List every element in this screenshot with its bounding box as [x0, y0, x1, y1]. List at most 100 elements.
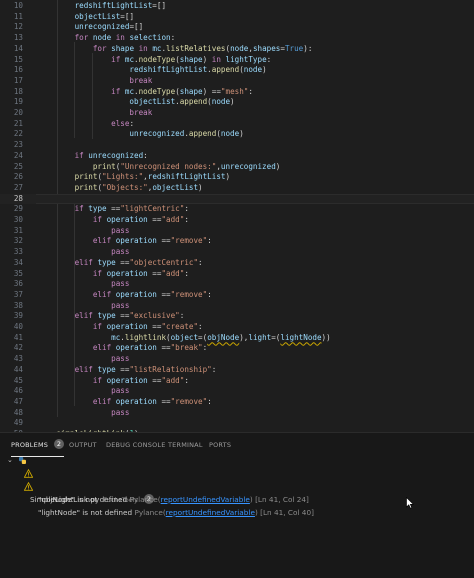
code-line[interactable]: 43 pass	[0, 354, 474, 365]
code-line[interactable]: 14 for shape in mc.listRelatives(node,sh…	[0, 44, 474, 55]
code-token: elif	[38, 289, 116, 299]
code-token: :	[207, 396, 212, 406]
code-line[interactable]: 19 objectList.append(node)	[0, 97, 474, 108]
code-line[interactable]: 18 if mc.nodeType(shape) =="mesh":	[0, 87, 474, 98]
mouse-pointer-icon	[406, 497, 414, 509]
code-token: if	[38, 268, 107, 278]
code-line[interactable]: 29 if type =="lightCentric":	[0, 204, 474, 215]
code-token: operation	[115, 343, 162, 353]
problem-source: Pylance	[129, 495, 158, 504]
code-line[interactable]: 28	[0, 193, 474, 205]
code-token: type	[97, 364, 121, 374]
problem-location: [Ln 41, Col 40]	[260, 508, 314, 517]
code-line[interactable]: 10 redshiftLightList=[]	[0, 1, 474, 12]
code-text: objectList.append(node)	[38, 97, 235, 108]
problem-rule-link[interactable]: reportUndefinedVariable	[161, 495, 250, 504]
code-token: )	[230, 97, 235, 107]
code-line[interactable]: 36 pass	[0, 279, 474, 290]
problem-item[interactable]: "objNode" is not defined Pylance(reportU…	[0, 467, 474, 504]
code-token: redshiftLightList	[147, 172, 226, 182]
chevron-down-icon[interactable]: ⌄	[7, 454, 13, 467]
code-token: :	[198, 257, 203, 267]
code-line[interactable]: 46 pass	[0, 386, 474, 397]
code-line[interactable]: 21 else:	[0, 119, 474, 130]
code-line[interactable]: 22 unrecognized.append(node)	[0, 129, 474, 140]
code-token: operation	[106, 322, 153, 331]
code-line[interactable]: 30 if operation =="add":	[0, 215, 474, 226]
code-line[interactable]: 34 elif type =="objectCentric":	[0, 258, 474, 269]
code-token: in	[211, 54, 226, 64]
code-token: redshiftLightList	[38, 1, 153, 10]
code-text: mc.lightlink(object=(objNode),light=(lig…	[38, 333, 331, 344]
code-line[interactable]: 38 pass	[0, 301, 474, 312]
code-token: "Lights:"	[102, 172, 144, 182]
code-line[interactable]: 26 print("Lights:",redshiftLightList)	[0, 172, 474, 183]
line-number: 33	[13, 247, 23, 257]
code-line[interactable]: 44 elif type =="listRelationship":	[0, 365, 474, 376]
code-line[interactable]: 27 print("Objects:",objectList)	[0, 183, 474, 194]
code-token: object	[170, 332, 199, 342]
code-line[interactable]: 39 elif type =="exclusive":	[0, 311, 474, 322]
code-line[interactable]: 40 if operation =="create":	[0, 322, 474, 333]
code-line[interactable]: 13 for node in selection:	[0, 33, 474, 44]
line-number: 14	[13, 43, 23, 53]
line-number: 46	[13, 386, 23, 396]
code-line[interactable]: 17 break	[0, 76, 474, 87]
problem-rule-link[interactable]: reportUndefinedVariable	[166, 508, 255, 517]
line-number: 23	[13, 140, 23, 150]
code-line[interactable]: 37 elif operation =="remove":	[0, 290, 474, 301]
code-token: mc	[124, 54, 135, 64]
code-line[interactable]: 35 if operation =="add":	[0, 269, 474, 280]
code-token: "add"	[161, 215, 185, 224]
code-token: print	[38, 182, 98, 192]
code-text: if operation =="add":	[38, 269, 189, 280]
code-line[interactable]: 41 mc.lightlink(object=(objNode),light=(…	[0, 333, 474, 344]
code-text: objectList=[]	[38, 12, 134, 23]
code-token: node	[243, 65, 263, 75]
code-editor[interactable]: 10 redshiftLightList=[] 11 objectList=[] 1…	[0, 0, 474, 432]
code-line[interactable]: 12 unrecognized=[]	[0, 22, 474, 33]
code-line[interactable]: 23	[0, 140, 474, 151]
problem-item[interactable]: "lightNode" is not defined Pylance(repor…	[0, 480, 474, 517]
code-token: :	[184, 215, 189, 224]
code-line[interactable]: 20 break	[0, 108, 474, 119]
code-token: :	[202, 343, 208, 353]
code-token: "mesh"	[220, 86, 249, 96]
python-file-icon	[19, 457, 26, 464]
code-token: =[]	[152, 1, 167, 10]
line-number: 44	[13, 364, 23, 374]
code-token: if	[38, 322, 107, 331]
line-number: 47	[13, 396, 23, 406]
code-line[interactable]: 42 elif operation =="break":	[0, 343, 474, 354]
code-token: light	[248, 332, 272, 342]
line-number: 31	[13, 225, 23, 235]
line-number: 21	[13, 118, 23, 128]
code-line[interactable]: 15 if mc.nodeType(shape) in lightType:	[0, 55, 474, 66]
code-line[interactable]: 47 elif operation =="remove":	[0, 397, 474, 408]
code-line[interactable]: 31 pass	[0, 226, 474, 237]
code-token: if	[38, 215, 107, 224]
line-number: 37	[13, 289, 23, 299]
problem-source: Pylance	[134, 508, 163, 517]
warning-icon	[24, 482, 33, 491]
code-token: pass	[38, 386, 130, 396]
code-token: =(	[198, 332, 208, 342]
problem-text: "lightNode" is not defined Pylance(repor…	[38, 508, 314, 517]
line-number: 39	[13, 311, 23, 321]
code-line[interactable]: 49	[0, 418, 474, 429]
code-line[interactable]: 11 objectList=[]	[0, 12, 474, 23]
problem-file-row[interactable]: ⌄ SimpleLightLink.py FuchsTools 2	[0, 454, 474, 504]
code-text: elif type =="listRelationship":	[38, 364, 217, 376]
code-line[interactable]: 32 elif operation =="remove":	[0, 236, 474, 247]
code-text: pass	[38, 279, 129, 290]
code-token: shape	[179, 86, 203, 96]
code-line[interactable]: 48 pass	[0, 408, 474, 419]
code-line[interactable]: 33 pass	[0, 247, 474, 258]
code-line[interactable]: 25 print("Unrecognized nodes:",unrecogni…	[0, 162, 474, 173]
code-line[interactable]: 24 if unrecognized:	[0, 151, 474, 162]
code-text: pass	[38, 247, 129, 258]
code-line[interactable]: 45 if operation =="add":	[0, 376, 474, 387]
code-line[interactable]: 16 redshiftLightList.append(node)	[0, 65, 474, 76]
code-token: :	[211, 364, 217, 374]
code-token: ==	[111, 204, 121, 214]
